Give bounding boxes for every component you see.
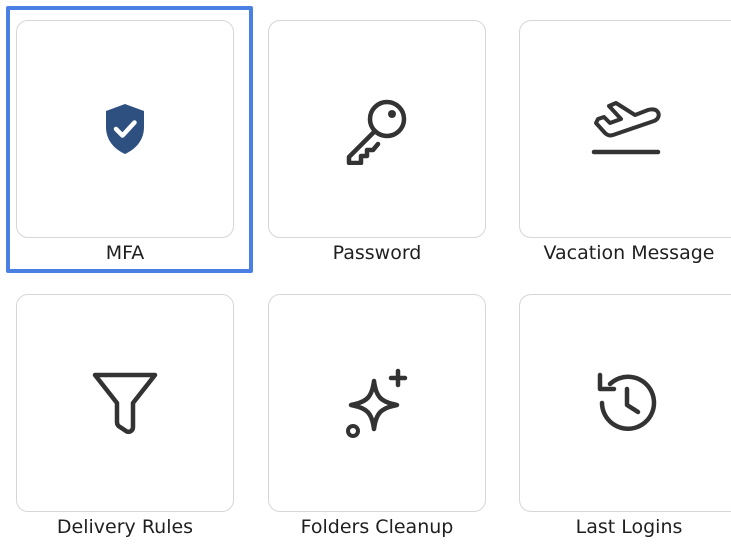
last-logins-label: Last Logins	[575, 516, 683, 538]
history-icon	[597, 372, 656, 431]
delivery-rules-label: Delivery Rules	[56, 516, 194, 538]
airplane-takeoff-icon	[591, 101, 661, 155]
shield-check-icon	[106, 104, 144, 154]
delivery-rules-card[interactable]	[16, 294, 234, 512]
mfa-card[interactable]	[16, 20, 234, 238]
folders-cleanup-card[interactable]	[268, 294, 486, 512]
filter-icon	[92, 372, 158, 435]
vacation-message-card[interactable]	[519, 20, 731, 238]
key-icon	[346, 99, 407, 165]
vacation-message-label: Vacation Message	[543, 242, 715, 264]
folders-cleanup-label: Folders Cleanup	[300, 516, 454, 538]
password-label: Password	[332, 242, 422, 264]
settings-tile-grid: MFA Password Vacation Message Delivery R…	[0, 0, 731, 542]
password-card[interactable]	[268, 20, 486, 238]
sparkle-icon	[346, 368, 408, 438]
mfa-label: MFA	[105, 242, 145, 264]
last-logins-card[interactable]	[519, 294, 731, 512]
